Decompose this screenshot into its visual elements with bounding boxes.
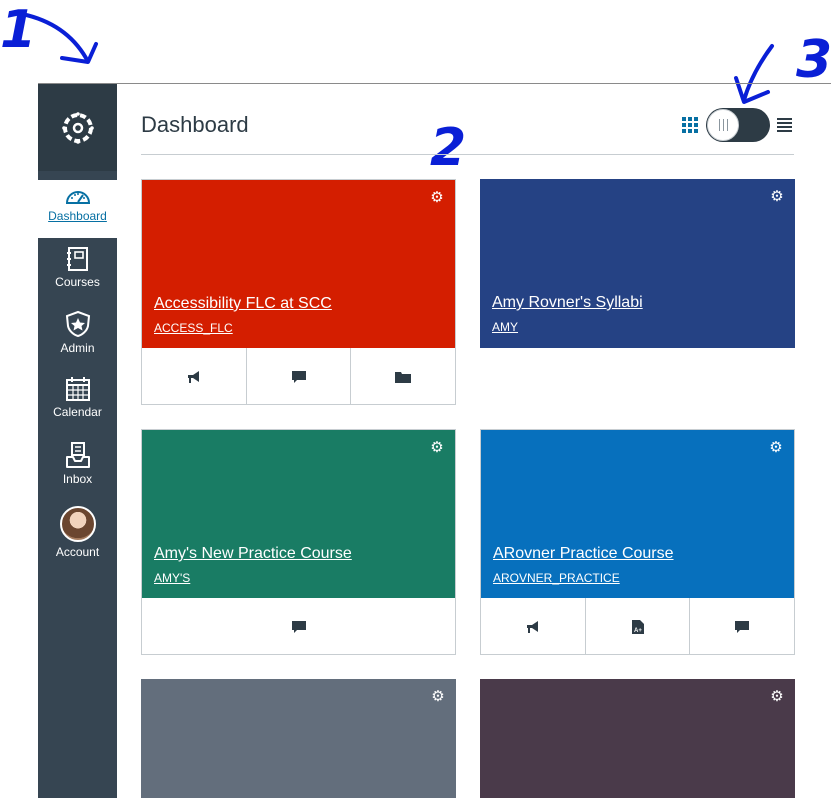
sidebar-item-label: Calendar	[53, 405, 102, 419]
sidebar-item-admin[interactable]: Admin	[38, 310, 117, 366]
annotation-number-2: 2	[430, 118, 467, 178]
announcements-button[interactable]	[481, 598, 586, 655]
gear-icon[interactable]: ⚙	[770, 189, 784, 204]
dashboard-icon	[65, 191, 90, 204]
sidebar-item-courses[interactable]: Courses	[38, 246, 117, 302]
card-code[interactable]: AMY'S	[154, 571, 190, 585]
card-title[interactable]: Accessibility FLC at SCC	[154, 295, 332, 313]
assignments-icon: A+	[631, 619, 644, 634]
sidebar-item-account[interactable]: Account	[38, 506, 117, 566]
canvas-logo-icon	[61, 111, 94, 144]
discussions-icon	[291, 370, 306, 383]
course-card[interactable]: ⚙	[141, 679, 456, 798]
announcements-icon	[187, 370, 199, 383]
sidebar-item-label: Inbox	[62, 472, 93, 486]
discussions-button[interactable]	[690, 598, 794, 655]
card-hero[interactable]	[480, 679, 795, 798]
annotation-number-3: 3	[796, 30, 831, 90]
top-divider	[38, 83, 831, 84]
card-hero[interactable]	[141, 679, 456, 798]
announcements-icon	[526, 620, 538, 633]
annotation-number-1: 1	[0, 0, 37, 60]
courses-icon	[66, 247, 88, 271]
course-card[interactable]: ⚙ Accessibility FLC at SCC ACCESS_FLC	[141, 179, 456, 405]
card-code[interactable]: AROVNER_PRACTICE	[493, 571, 620, 585]
discussions-icon	[291, 620, 306, 633]
global-nav-sidebar: Dashboard Courses Admin Calendar Inbox A…	[38, 84, 117, 798]
gear-icon[interactable]: ⚙	[430, 190, 444, 205]
card-code[interactable]: AMY	[492, 320, 518, 334]
gear-icon[interactable]: ⚙	[770, 689, 784, 704]
inbox-icon	[65, 442, 90, 468]
canvas-logo[interactable]	[38, 84, 117, 171]
announcements-button[interactable]	[142, 348, 247, 405]
view-toggle-switch[interactable]	[706, 108, 770, 142]
sidebar-item-label: Dashboard	[48, 209, 107, 223]
sidebar-item-dashboard[interactable]: Dashboard	[38, 180, 117, 238]
sidebar-item-label: Account	[55, 545, 100, 559]
files-button[interactable]	[351, 348, 455, 405]
course-card[interactable]: ⚙ ARovner Practice Course AROVNER_PRACTI…	[480, 429, 795, 655]
course-card[interactable]: ⚙ Amy Rovner's Syllabi AMY	[480, 179, 795, 348]
card-actions: A+	[481, 598, 794, 655]
sidebar-item-calendar[interactable]: Calendar	[38, 376, 117, 432]
page-title: Dashboard	[141, 112, 249, 137]
calendar-icon	[65, 377, 90, 401]
list-view-icon[interactable]	[777, 118, 792, 132]
sidebar-item-label: Admin	[60, 341, 95, 355]
card-title[interactable]: Amy's New Practice Course	[154, 545, 352, 563]
gear-icon[interactable]: ⚙	[430, 440, 444, 455]
sidebar-item-inbox[interactable]: Inbox	[38, 441, 117, 497]
card-title[interactable]: ARovner Practice Course	[493, 545, 674, 563]
course-card[interactable]: ⚙	[480, 679, 795, 798]
files-icon	[395, 371, 412, 383]
discussions-button[interactable]	[142, 598, 455, 655]
assignments-button[interactable]: A+	[586, 598, 691, 655]
gear-icon[interactable]: ⚙	[769, 440, 783, 455]
card-code[interactable]: ACCESS_FLC	[154, 321, 233, 335]
card-actions	[142, 598, 455, 655]
card-title[interactable]: Amy Rovner's Syllabi	[492, 294, 643, 312]
gear-icon[interactable]: ⚙	[431, 689, 445, 704]
course-card[interactable]: ⚙ Amy's New Practice Course AMY'S	[141, 429, 456, 655]
discussions-icon	[735, 620, 750, 633]
grid-view-icon[interactable]	[682, 117, 698, 133]
svg-text:A+: A+	[634, 628, 642, 634]
header-divider	[141, 154, 794, 155]
avatar	[59, 506, 96, 542]
sidebar-item-label: Courses	[55, 275, 100, 289]
admin-icon	[65, 310, 90, 338]
card-hero[interactable]	[480, 179, 795, 348]
discussions-button[interactable]	[247, 348, 352, 405]
card-actions	[142, 348, 455, 405]
toggle-knob	[707, 109, 739, 141]
